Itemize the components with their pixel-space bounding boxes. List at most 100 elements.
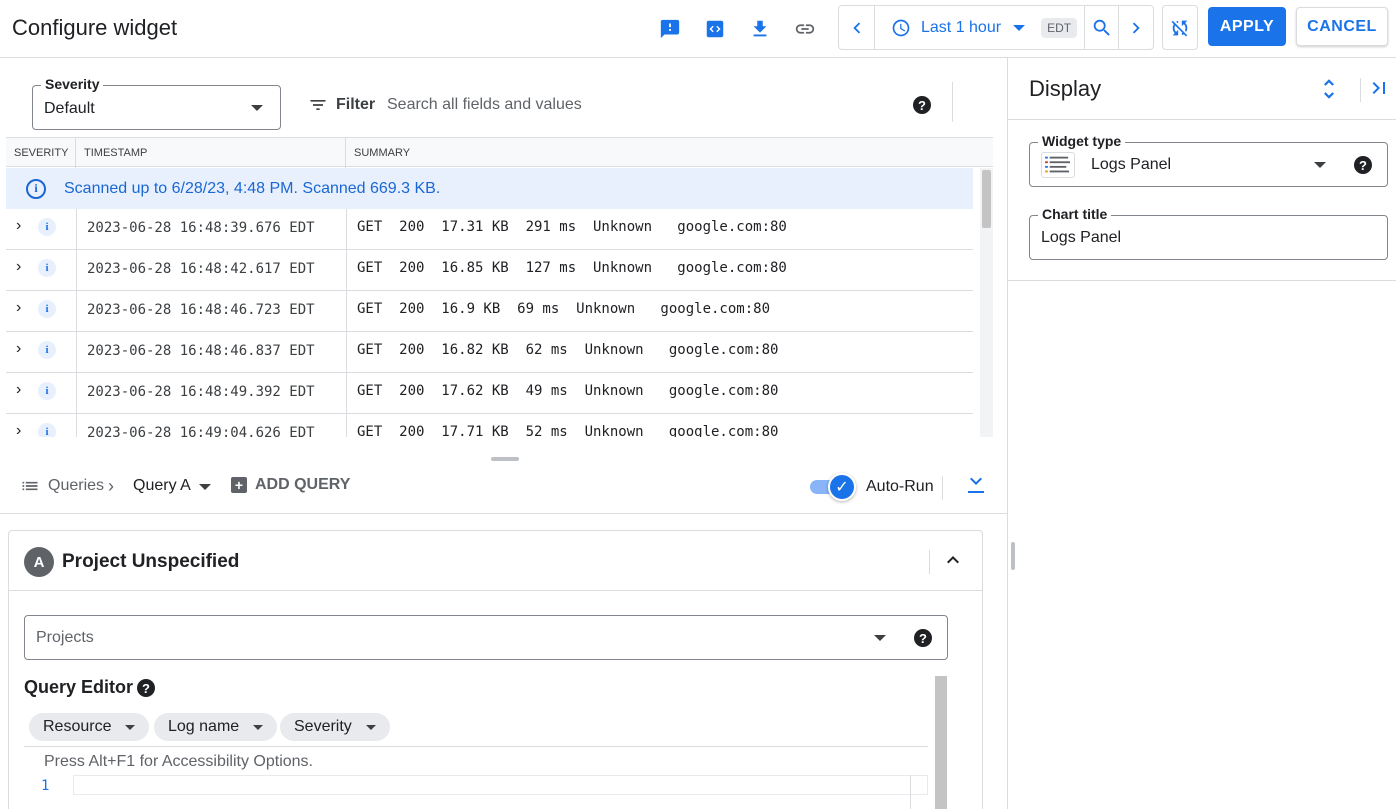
query-title: Project Unspecified: [62, 551, 240, 572]
sync-off-icon: [1171, 20, 1188, 36]
log-scrollbar[interactable]: [980, 168, 993, 437]
cancel-button[interactable]: CANCEL: [1296, 7, 1388, 46]
caret-down-icon: [365, 724, 376, 730]
display-header: Display: [1008, 58, 1396, 120]
sync-time-button[interactable]: [1162, 5, 1198, 50]
link-icon[interactable]: [790, 14, 820, 44]
table-row[interactable]: › i 2023-06-28 16:48:49.392 EDT GET 200 …: [6, 373, 973, 414]
queries-label: Queries: [48, 477, 105, 494]
chevron-left-icon: [852, 22, 860, 33]
column-header-severity[interactable]: SEVERITY: [6, 138, 76, 168]
chip-label: Log name: [168, 718, 240, 735]
list-icon: [22, 481, 38, 491]
autorun-toggle[interactable]: ✓: [810, 473, 856, 501]
severity-select[interactable]: Severity Default: [32, 76, 281, 130]
queries-breadcrumb[interactable]: Queries: [20, 476, 104, 496]
help-icon[interactable]: ?: [137, 679, 155, 697]
widget-type-select[interactable]: Widget type Logs Panel ?: [1029, 133, 1388, 187]
query-badge: A: [24, 547, 54, 577]
query-editor[interactable]: Press Alt+F1 for Accessibility Options. …: [24, 746, 928, 809]
severity-chip[interactable]: Severity: [280, 713, 390, 741]
log-summary: GET 200 16.82 KB 62 ms Unknown google.co…: [357, 342, 779, 358]
chevron-right-icon[interactable]: ›: [16, 381, 32, 398]
caret-down-icon: [125, 724, 136, 730]
chevron-up-icon[interactable]: [941, 548, 965, 572]
table-row[interactable]: › i 2023-06-28 16:48:46.837 EDT GET 200 …: [6, 332, 973, 373]
widget-type-label: Widget type: [1038, 133, 1126, 149]
log-timestamp: 2023-06-28 16:48:42.617 EDT: [87, 261, 315, 277]
code-icon[interactable]: [700, 14, 730, 44]
clock-icon: [892, 19, 910, 36]
add-box-icon: +: [231, 477, 247, 493]
projects-select[interactable]: Projects ?: [24, 615, 948, 660]
table-row[interactable]: › i 2023-06-28 16:48:39.676 EDT GET 200 …: [6, 209, 973, 250]
log-summary: GET 200 17.71 KB 52 ms Unknown google.co…: [357, 424, 779, 437]
collapse-right-icon[interactable]: [1366, 75, 1392, 101]
editor-scrollbar[interactable]: [935, 676, 947, 809]
divider: [942, 476, 943, 500]
chevron-right-icon: ›: [108, 476, 114, 496]
resource-chip[interactable]: Resource: [29, 713, 150, 741]
query-card: A Project Unspecified Projects ? Query E…: [8, 530, 983, 809]
zoom-button[interactable]: [1085, 6, 1119, 49]
accessibility-hint: Press Alt+F1 for Accessibility Options.: [44, 753, 313, 770]
chart-title-value: Logs Panel: [1041, 229, 1122, 246]
table-row[interactable]: › i 2023-06-28 16:49:04.626 EDT GET 200 …: [6, 414, 973, 437]
scrollbar-thumb[interactable]: [982, 170, 991, 228]
editor-line[interactable]: [73, 775, 928, 795]
magnifier-icon: [1093, 19, 1110, 36]
divider: [952, 82, 953, 122]
widget-type-value: Logs Panel: [1091, 156, 1172, 173]
apply-button[interactable]: APPLY: [1208, 7, 1286, 46]
query-selector[interactable]: Query A: [133, 477, 191, 495]
display-title: Display: [1029, 76, 1102, 101]
chevron-right-icon[interactable]: ›: [16, 422, 32, 437]
help-icon[interactable]: ?: [913, 96, 931, 114]
log-summary: GET 200 16.85 KB 127 ms Unknown google.c…: [357, 260, 787, 276]
column-header-summary[interactable]: SUMMARY: [346, 138, 646, 168]
feedback-icon[interactable]: [655, 14, 685, 44]
chart-title-field[interactable]: Chart title Logs Panel: [1029, 206, 1388, 260]
query-bar: Queries › Query A + ADD QUERY ✓ Auto-Run: [0, 460, 1007, 514]
chevron-right-icon[interactable]: ›: [16, 340, 32, 357]
time-range-label: Last 1 hour: [921, 18, 1002, 36]
filter-icon: [310, 100, 326, 110]
time-previous-button[interactable]: [839, 6, 875, 49]
chevron-right-icon[interactable]: ›: [16, 299, 32, 316]
time-range-dropdown[interactable]: Last 1 hour EDT: [875, 6, 1085, 49]
caret-down-icon: [1013, 24, 1026, 31]
log-table: SEVERITY TIMESTAMP SUMMARY i Scanned up …: [6, 137, 993, 437]
divider: [929, 550, 930, 574]
search-input[interactable]: Search all fields and values: [387, 96, 582, 114]
severity-info-icon: i: [38, 218, 56, 236]
severity-info-icon: i: [38, 423, 56, 437]
logs-panel-icon: [1041, 152, 1075, 178]
table-row[interactable]: › i 2023-06-28 16:48:46.723 EDT GET 200 …: [6, 291, 973, 332]
add-query-button[interactable]: + ADD QUERY: [231, 476, 350, 494]
log-name-chip[interactable]: Log name: [154, 713, 278, 741]
timezone-badge: EDT: [1041, 17, 1078, 38]
unfold-icon[interactable]: [1316, 74, 1342, 104]
top-bar: Configure widget Last 1 hour EDT APPLY C…: [0, 0, 1396, 58]
scan-status-text: Scanned up to 6/28/23, 4:48 PM. Scanned …: [64, 179, 441, 197]
log-rows: › i 2023-06-28 16:48:39.676 EDT GET 200 …: [6, 209, 973, 437]
chevron-right-icon[interactable]: ›: [16, 258, 32, 275]
collapse-down-icon[interactable]: [963, 474, 989, 500]
help-icon[interactable]: ?: [914, 629, 932, 647]
severity-label: Severity: [41, 76, 104, 92]
chevron-right-icon[interactable]: ›: [16, 217, 32, 234]
chip-label: Resource: [43, 718, 112, 735]
help-icon[interactable]: ?: [1354, 156, 1372, 174]
time-next-button[interactable]: [1119, 6, 1153, 49]
divider: [910, 775, 911, 809]
chevron-right-icon: [1132, 22, 1140, 33]
download-icon[interactable]: [745, 14, 775, 44]
log-summary: GET 200 17.62 KB 49 ms Unknown google.co…: [357, 383, 779, 399]
log-summary: GET 200 16.9 KB 69 ms Unknown google.com…: [357, 301, 771, 317]
query-card-header[interactable]: A Project Unspecified: [9, 531, 982, 591]
table-row[interactable]: › i 2023-06-28 16:48:42.617 EDT GET 200 …: [6, 250, 973, 291]
time-range-picker: Last 1 hour EDT: [838, 5, 1154, 50]
filter-button[interactable]: Filter: [308, 95, 375, 115]
column-header-timestamp[interactable]: TIMESTAMP: [76, 138, 346, 168]
caret-down-icon[interactable]: [199, 484, 211, 490]
